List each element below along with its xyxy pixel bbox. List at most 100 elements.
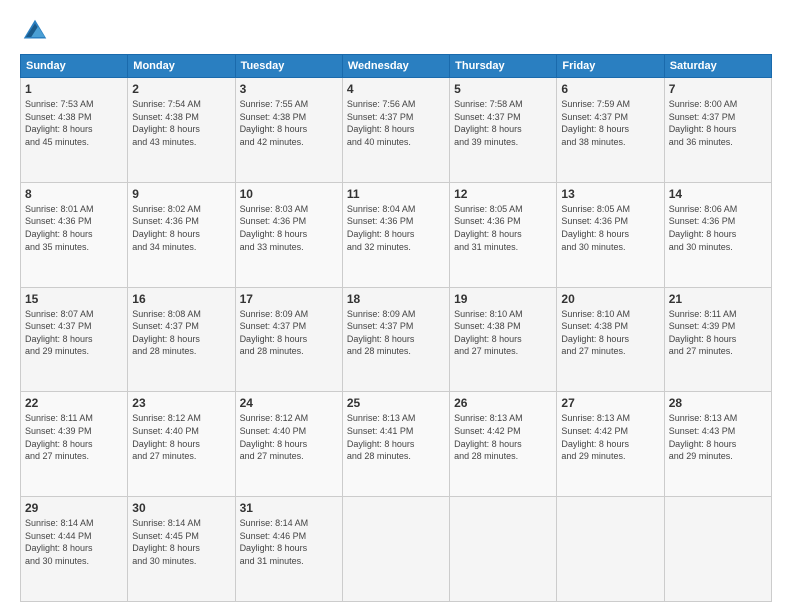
day-number: 3 bbox=[240, 82, 338, 96]
day-info: Sunrise: 8:04 AMSunset: 4:36 PMDaylight:… bbox=[347, 203, 445, 253]
calendar-cell: 8 Sunrise: 8:01 AMSunset: 4:36 PMDaylight… bbox=[21, 182, 128, 287]
calendar-cell: 10 Sunrise: 8:03 AMSunset: 4:36 PMDayligh… bbox=[235, 182, 342, 287]
logo bbox=[20, 16, 54, 46]
day-number: 29 bbox=[25, 501, 123, 515]
calendar-cell: 17Sunrise: 8:09 AMSunset: 4:37 PMDayligh… bbox=[235, 287, 342, 392]
day-number: 16 bbox=[132, 292, 230, 306]
day-info: Sunrise: 8:11 AMSunset: 4:39 PMDaylight:… bbox=[669, 308, 767, 358]
day-number: 24 bbox=[240, 396, 338, 410]
calendar-cell: 7Sunrise: 8:00 AMSunset: 4:37 PMDaylight… bbox=[664, 78, 771, 183]
day-info: Sunrise: 8:03 AMSunset: 4:36 PMDaylight:… bbox=[240, 203, 338, 253]
calendar-header-thursday: Thursday bbox=[450, 55, 557, 78]
day-number: 21 bbox=[669, 292, 767, 306]
day-info: Sunrise: 8:05 AMSunset: 4:36 PMDaylight:… bbox=[561, 203, 659, 253]
day-number: 6 bbox=[561, 82, 659, 96]
day-number: 12 bbox=[454, 187, 552, 201]
day-number: 30 bbox=[132, 501, 230, 515]
calendar-cell: 24 Sunrise: 8:12 AMSunset: 4:40 PMDayligh… bbox=[235, 392, 342, 497]
calendar-cell bbox=[342, 497, 449, 602]
day-info: Sunrise: 8:13 AMSunset: 4:41 PMDaylight:… bbox=[347, 412, 445, 462]
calendar-week-5: 29 Sunrise: 8:14 AMSunset: 4:44 PMDayligh… bbox=[21, 497, 772, 602]
day-number: 22 bbox=[25, 396, 123, 410]
calendar-cell: 31 Sunrise: 8:14 AMSunset: 4:46 PMDayligh… bbox=[235, 497, 342, 602]
day-info: Sunrise: 7:56 AMSunset: 4:37 PMDaylight:… bbox=[347, 98, 445, 148]
calendar-cell: 3 Sunrise: 7:55 AMSunset: 4:38 PMDaylight… bbox=[235, 78, 342, 183]
day-info: Sunrise: 8:14 AMSunset: 4:45 PMDaylight:… bbox=[132, 517, 230, 567]
day-info: Sunrise: 8:09 AMSunset: 4:37 PMDaylight:… bbox=[240, 308, 338, 358]
day-number: 20 bbox=[561, 292, 659, 306]
day-number: 2 bbox=[132, 82, 230, 96]
calendar-header-saturday: Saturday bbox=[664, 55, 771, 78]
day-info: Sunrise: 8:02 AMSunset: 4:36 PMDaylight:… bbox=[132, 203, 230, 253]
day-info: Sunrise: 8:13 AMSunset: 4:43 PMDaylight:… bbox=[669, 412, 767, 462]
day-info: Sunrise: 8:13 AMSunset: 4:42 PMDaylight:… bbox=[561, 412, 659, 462]
calendar-header-tuesday: Tuesday bbox=[235, 55, 342, 78]
calendar-header-friday: Friday bbox=[557, 55, 664, 78]
day-number: 18 bbox=[347, 292, 445, 306]
calendar-cell: 18Sunrise: 8:09 AMSunset: 4:37 PMDayligh… bbox=[342, 287, 449, 392]
day-info: Sunrise: 8:11 AMSunset: 4:39 PMDaylight:… bbox=[25, 412, 123, 462]
day-info: Sunrise: 7:58 AMSunset: 4:37 PMDaylight:… bbox=[454, 98, 552, 148]
calendar-cell: 12Sunrise: 8:05 AMSunset: 4:36 PMDayligh… bbox=[450, 182, 557, 287]
day-number: 7 bbox=[669, 82, 767, 96]
day-number: 27 bbox=[561, 396, 659, 410]
page: SundayMondayTuesdayWednesdayThursdayFrid… bbox=[0, 0, 792, 612]
day-number: 15 bbox=[25, 292, 123, 306]
calendar-cell: 4 Sunrise: 7:56 AMSunset: 4:37 PMDaylight… bbox=[342, 78, 449, 183]
calendar-cell: 11 Sunrise: 8:04 AMSunset: 4:36 PMDayligh… bbox=[342, 182, 449, 287]
day-info: Sunrise: 8:12 AMSunset: 4:40 PMDaylight:… bbox=[240, 412, 338, 462]
calendar-header-monday: Monday bbox=[128, 55, 235, 78]
day-info: Sunrise: 8:07 AMSunset: 4:37 PMDaylight:… bbox=[25, 308, 123, 358]
calendar-cell: 2 Sunrise: 7:54 AMSunset: 4:38 PMDaylight… bbox=[128, 78, 235, 183]
calendar-cell bbox=[664, 497, 771, 602]
day-number: 5 bbox=[454, 82, 552, 96]
calendar-cell: 23Sunrise: 8:12 AMSunset: 4:40 PMDayligh… bbox=[128, 392, 235, 497]
day-number: 13 bbox=[561, 187, 659, 201]
calendar-cell: 5 Sunrise: 7:58 AMSunset: 4:37 PMDaylight… bbox=[450, 78, 557, 183]
calendar-cell: 30 Sunrise: 8:14 AMSunset: 4:45 PMDayligh… bbox=[128, 497, 235, 602]
day-info: Sunrise: 8:14 AMSunset: 4:44 PMDaylight:… bbox=[25, 517, 123, 567]
day-number: 25 bbox=[347, 396, 445, 410]
day-number: 10 bbox=[240, 187, 338, 201]
day-number: 14 bbox=[669, 187, 767, 201]
calendar-cell: 27 Sunrise: 8:13 AMSunset: 4:42 PMDayligh… bbox=[557, 392, 664, 497]
day-number: 11 bbox=[347, 187, 445, 201]
calendar-cell: 9 Sunrise: 8:02 AMSunset: 4:36 PMDaylight… bbox=[128, 182, 235, 287]
calendar-week-4: 22 Sunrise: 8:11 AMSunset: 4:39 PMDayligh… bbox=[21, 392, 772, 497]
day-info: Sunrise: 7:59 AMSunset: 4:37 PMDaylight:… bbox=[561, 98, 659, 148]
calendar-cell: 29 Sunrise: 8:14 AMSunset: 4:44 PMDayligh… bbox=[21, 497, 128, 602]
day-number: 31 bbox=[240, 501, 338, 515]
day-number: 9 bbox=[132, 187, 230, 201]
day-info: Sunrise: 7:54 AMSunset: 4:38 PMDaylight:… bbox=[132, 98, 230, 148]
calendar-table: SundayMondayTuesdayWednesdayThursdayFrid… bbox=[20, 54, 772, 602]
calendar-week-3: 15 Sunrise: 8:07 AMSunset: 4:37 PMDayligh… bbox=[21, 287, 772, 392]
calendar-cell: 13 Sunrise: 8:05 AMSunset: 4:36 PMDayligh… bbox=[557, 182, 664, 287]
calendar-header-sunday: Sunday bbox=[21, 55, 128, 78]
calendar-cell: 20Sunrise: 8:10 AMSunset: 4:38 PMDayligh… bbox=[557, 287, 664, 392]
calendar-cell bbox=[557, 497, 664, 602]
calendar-header-row: SundayMondayTuesdayWednesdayThursdayFrid… bbox=[21, 55, 772, 78]
calendar-header-wednesday: Wednesday bbox=[342, 55, 449, 78]
day-number: 1 bbox=[25, 82, 123, 96]
calendar-cell: 1 Sunrise: 7:53 AMSunset: 4:38 PMDaylight… bbox=[21, 78, 128, 183]
logo-icon bbox=[20, 16, 50, 46]
day-number: 8 bbox=[25, 187, 123, 201]
calendar-cell: 19Sunrise: 8:10 AMSunset: 4:38 PMDayligh… bbox=[450, 287, 557, 392]
calendar-cell bbox=[450, 497, 557, 602]
day-info: Sunrise: 7:53 AMSunset: 4:38 PMDaylight:… bbox=[25, 98, 123, 148]
day-info: Sunrise: 7:55 AMSunset: 4:38 PMDaylight:… bbox=[240, 98, 338, 148]
calendar-cell: 25 Sunrise: 8:13 AMSunset: 4:41 PMDayligh… bbox=[342, 392, 449, 497]
day-number: 4 bbox=[347, 82, 445, 96]
day-info: Sunrise: 8:01 AMSunset: 4:36 PMDaylight:… bbox=[25, 203, 123, 253]
calendar-cell: 28Sunrise: 8:13 AMSunset: 4:43 PMDayligh… bbox=[664, 392, 771, 497]
calendar-cell: 22 Sunrise: 8:11 AMSunset: 4:39 PMDayligh… bbox=[21, 392, 128, 497]
calendar-week-2: 8 Sunrise: 8:01 AMSunset: 4:36 PMDaylight… bbox=[21, 182, 772, 287]
calendar-cell: 15 Sunrise: 8:07 AMSunset: 4:37 PMDayligh… bbox=[21, 287, 128, 392]
day-number: 26 bbox=[454, 396, 552, 410]
day-info: Sunrise: 8:14 AMSunset: 4:46 PMDaylight:… bbox=[240, 517, 338, 567]
calendar-week-1: 1 Sunrise: 7:53 AMSunset: 4:38 PMDaylight… bbox=[21, 78, 772, 183]
header bbox=[20, 16, 772, 46]
calendar-cell: 26Sunrise: 8:13 AMSunset: 4:42 PMDayligh… bbox=[450, 392, 557, 497]
calendar-cell: 21 Sunrise: 8:11 AMSunset: 4:39 PMDayligh… bbox=[664, 287, 771, 392]
day-info: Sunrise: 8:06 AMSunset: 4:36 PMDaylight:… bbox=[669, 203, 767, 253]
